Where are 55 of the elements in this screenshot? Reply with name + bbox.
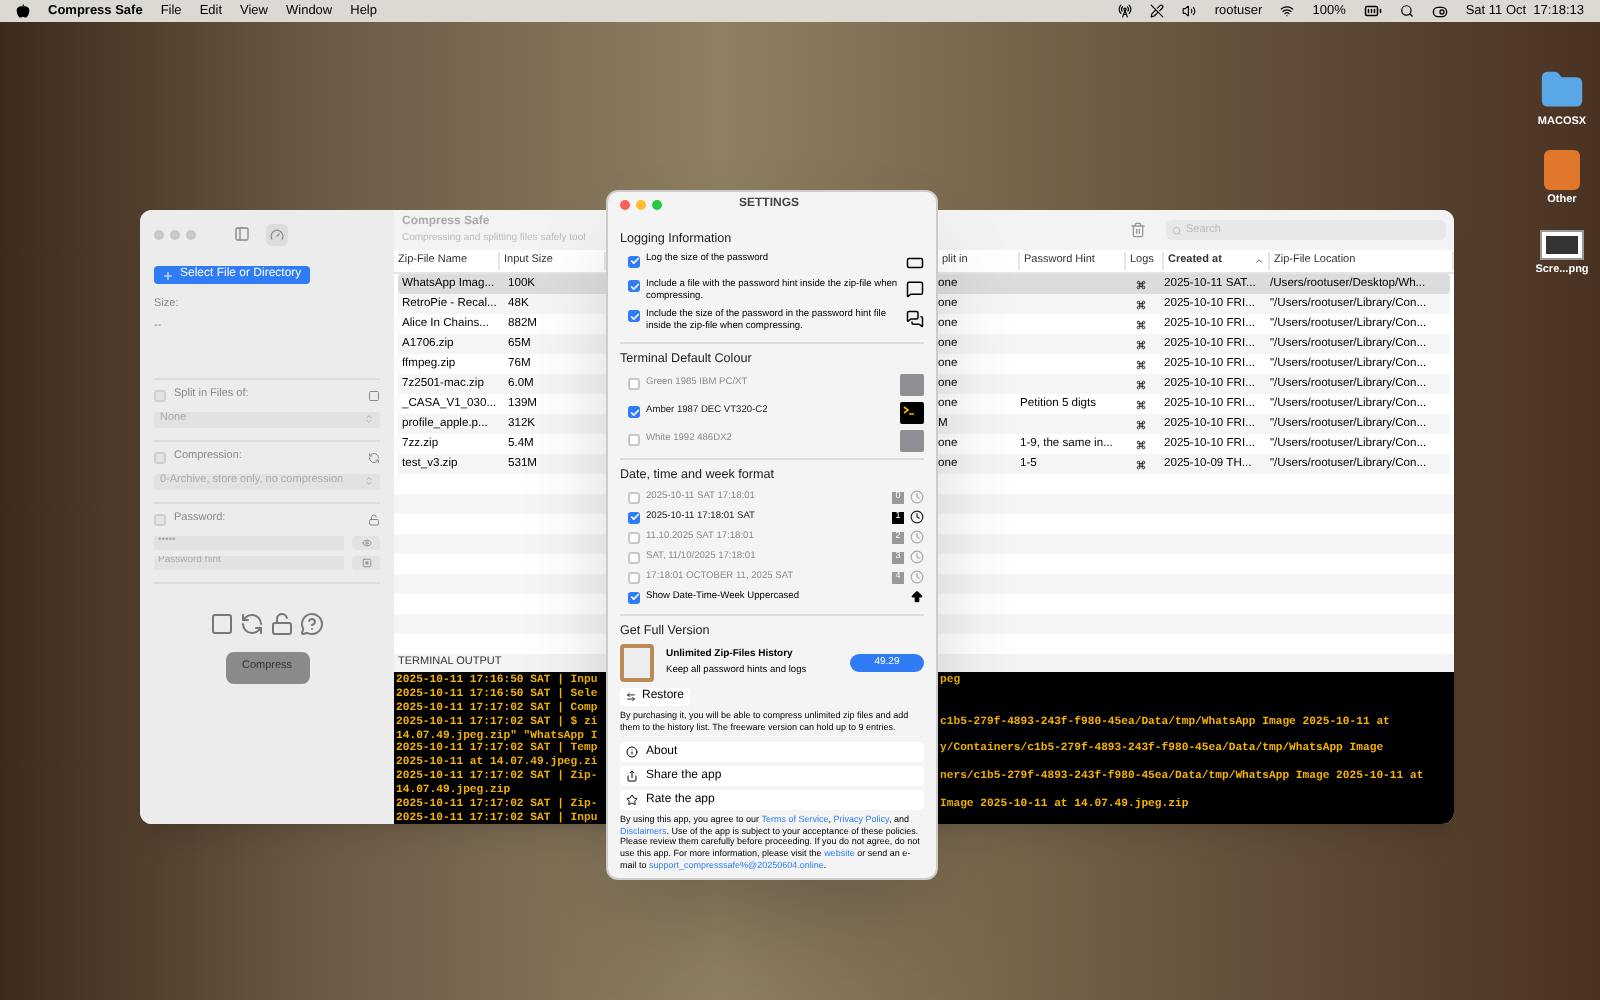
chevrons-icon [364,414,374,424]
clock-icon [910,510,924,524]
clock-icon [910,530,924,544]
arrows-icon [626,691,636,702]
info-icon [626,746,638,759]
lock-icon [270,611,294,635]
square-icon [210,611,234,635]
checkbox[interactable] [154,389,166,401]
antenna-icon[interactable] [1118,4,1133,18]
field-icon [906,254,924,273]
star-icon [626,794,638,807]
lock-icon [368,513,380,525]
chevrons-icon [364,476,374,486]
wifi-icon[interactable] [1280,4,1295,18]
checkbox[interactable] [628,491,640,503]
uppercase-icon [910,590,924,604]
trash-icon[interactable] [1130,222,1146,238]
checkbox[interactable] [628,571,640,583]
clock-icon [910,570,924,584]
clock-icon [910,550,924,564]
apple-icon[interactable] [16,4,30,18]
sidebar-toggle-icon[interactable] [234,226,250,242]
search-icon[interactable] [1399,4,1414,18]
clipboard-icon [620,643,654,682]
battery-icon[interactable] [1363,2,1382,20]
checkbox[interactable] [628,434,640,447]
hint-button[interactable] [352,555,380,569]
gauge-icon [270,227,284,241]
checkbox[interactable] [628,551,640,563]
checkbox[interactable] [628,531,640,543]
cycle-icon [240,611,264,635]
plus-icon [162,269,174,281]
screenshot-thumbnail[interactable] [1540,229,1584,259]
checkbox[interactable] [628,378,640,391]
pen-icon[interactable] [1150,4,1165,18]
folder-icon[interactable] [1539,68,1584,112]
question-icon [300,611,324,635]
window-close-button[interactable] [620,200,630,210]
window-zoom-button[interactable] [652,200,662,210]
eye-icon [361,537,371,547]
square-icon [368,389,380,401]
volume-icon[interactable] [1182,4,1197,18]
messages-icon [906,309,924,328]
control-center-icon[interactable] [1431,3,1448,19]
share-icon [626,770,638,783]
clock-icon [910,490,924,504]
app-icon[interactable] [1544,150,1580,191]
checkbox[interactable] [154,451,166,463]
checkbox[interactable] [154,513,166,525]
search-icon [1172,225,1182,235]
cycle-icon [368,451,380,463]
sort-caret-icon [1254,256,1264,266]
message-icon [906,279,924,298]
gauge-button[interactable] [266,223,288,245]
show-password-button[interactable] [352,535,380,549]
